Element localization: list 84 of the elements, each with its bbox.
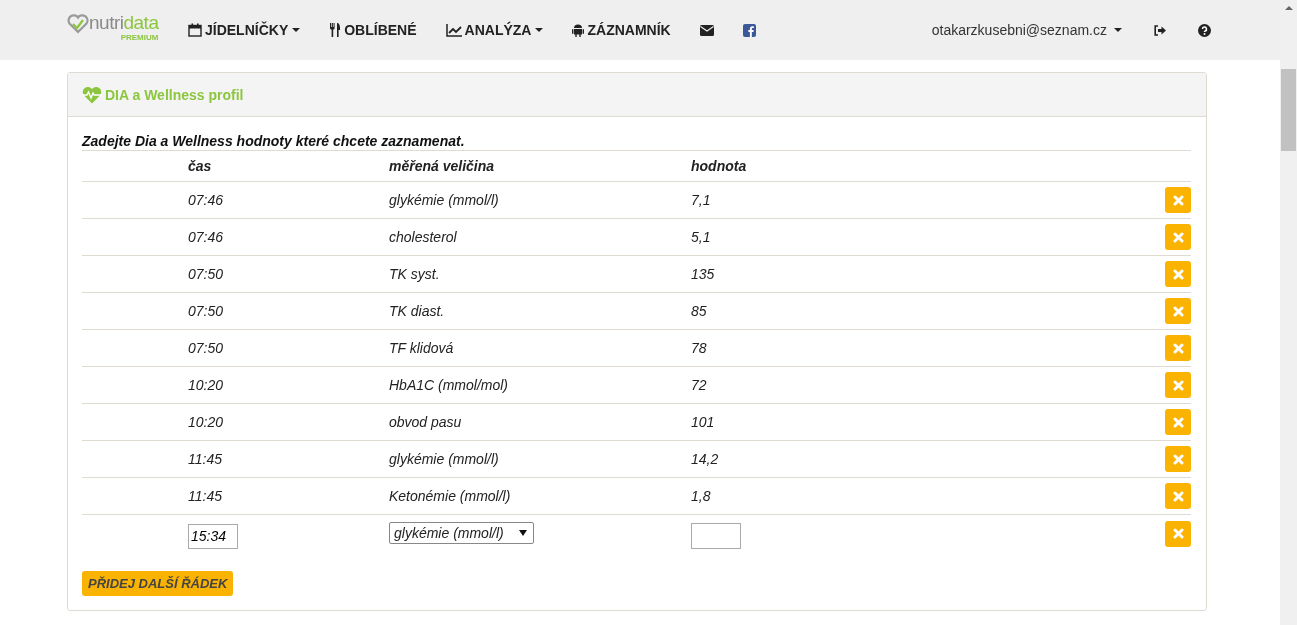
caret-icon [535, 28, 544, 32]
value-cell: 78 [691, 340, 707, 356]
delete-button[interactable] [1165, 224, 1191, 250]
time-cell: 07:50 [188, 266, 224, 282]
delete-button[interactable] [1165, 298, 1191, 324]
close-icon [1172, 342, 1184, 354]
android-icon [572, 23, 585, 37]
delete-button[interactable] [1165, 335, 1191, 361]
quantity-cell: TK syst. [389, 266, 440, 282]
delete-button[interactable] [1165, 372, 1191, 398]
delete-button[interactable] [1165, 483, 1191, 509]
quantity-cell: glykémie (mmol/l) [389, 192, 499, 208]
facebook-icon [742, 23, 756, 37]
time-input[interactable]: 15:34 [188, 523, 238, 549]
time-cell: 10:20 [188, 377, 224, 393]
caret-icon [292, 28, 301, 32]
delete-button[interactable] [1165, 409, 1191, 435]
close-icon [1172, 490, 1184, 502]
heartbeat-icon [82, 85, 102, 104]
quantity-cell: TF klidová [389, 340, 454, 356]
calendar-icon [188, 23, 202, 37]
panel-title: DIA a Wellness profil [105, 86, 244, 103]
add-row-button[interactable]: PŘIDEJ DALŠÍ ŘÁDEK [82, 571, 234, 596]
close-icon [1172, 379, 1184, 391]
mail-icon [699, 24, 714, 36]
delete-button[interactable] [1165, 261, 1191, 287]
logo-subtitle: PREMIUM [120, 34, 159, 42]
dropdown-arrow-icon [519, 529, 527, 536]
column-header: hodnota [691, 150, 1031, 182]
help-button[interactable] [1198, 23, 1211, 37]
quantity-cell: obvod pasu [389, 414, 462, 430]
user-menu[interactable]: otakarzkusebni@seznam.cz [931, 22, 1122, 38]
intro-text: Zadejte Dia a Wellness hodnoty které chcete zaznamenat. [82, 132, 466, 150]
value-cell: 72 [691, 377, 707, 393]
value-cell: 14,2 [691, 451, 719, 467]
nav-link[interactable]: OBLÍBENÉ [329, 22, 417, 38]
close-icon [1172, 453, 1184, 465]
close-icon [1172, 416, 1184, 428]
value-cell: 101 [691, 414, 715, 430]
close-icon [1172, 268, 1184, 280]
close-icon [1172, 528, 1184, 539]
scroll-up-icon [1285, 6, 1293, 10]
value-cell: 5,1 [691, 229, 711, 245]
value-cell: 7,1 [691, 192, 711, 208]
caret-icon [1114, 28, 1122, 32]
heart-icon [67, 14, 89, 34]
time-cell: 11:45 [188, 488, 222, 504]
quantity-cell: Ketonémie (mmol/l) [389, 488, 511, 504]
quantity-cell: glykémie (mmol/l) [389, 451, 499, 467]
value-cell: 135 [691, 266, 715, 282]
nav-link[interactable]: ANALÝZA [445, 22, 544, 38]
time-cell: 07:50 [188, 303, 224, 319]
value-input[interactable] [691, 523, 741, 549]
value-cell: 1,8 [691, 488, 711, 504]
mail-link[interactable] [699, 24, 714, 36]
time-cell: 11:45 [188, 451, 222, 467]
logout-icon [1154, 24, 1166, 36]
scrollbar[interactable] [1280, 0, 1297, 625]
logo-text: nutridata [89, 12, 159, 34]
value-cell: 85 [691, 303, 707, 319]
time-cell: 07:50 [188, 340, 224, 356]
facebook-link[interactable] [742, 23, 756, 37]
close-icon [1172, 305, 1184, 317]
delete-button[interactable] [1165, 520, 1191, 547]
column-header: čas [188, 150, 389, 182]
quantity-cell: HbA1C (mmol/mol) [389, 377, 508, 393]
logout-button[interactable] [1154, 24, 1166, 36]
delete-button[interactable] [1165, 446, 1191, 472]
quantity-cell: cholesterol [389, 229, 457, 245]
close-icon [1172, 231, 1184, 243]
help-icon [1198, 23, 1211, 37]
delete-button[interactable] [1165, 187, 1191, 213]
column-header: měřená veličina [389, 150, 691, 182]
quantity-select[interactable]: glykémie (mmol/l) [389, 521, 534, 544]
close-icon [1172, 194, 1184, 206]
nav-link[interactable]: JÍDELNÍČKY [188, 22, 301, 38]
time-cell: 07:46 [188, 192, 224, 208]
cutlery-icon [329, 23, 342, 37]
time-cell: 10:20 [188, 414, 224, 430]
scrollbar-thumb[interactable] [1281, 69, 1296, 151]
nav-link[interactable]: ZÁZNAMNÍK [572, 22, 671, 38]
line-chart-icon [445, 23, 462, 37]
quantity-cell: TK diast. [389, 303, 445, 319]
time-cell: 07:46 [188, 229, 224, 245]
